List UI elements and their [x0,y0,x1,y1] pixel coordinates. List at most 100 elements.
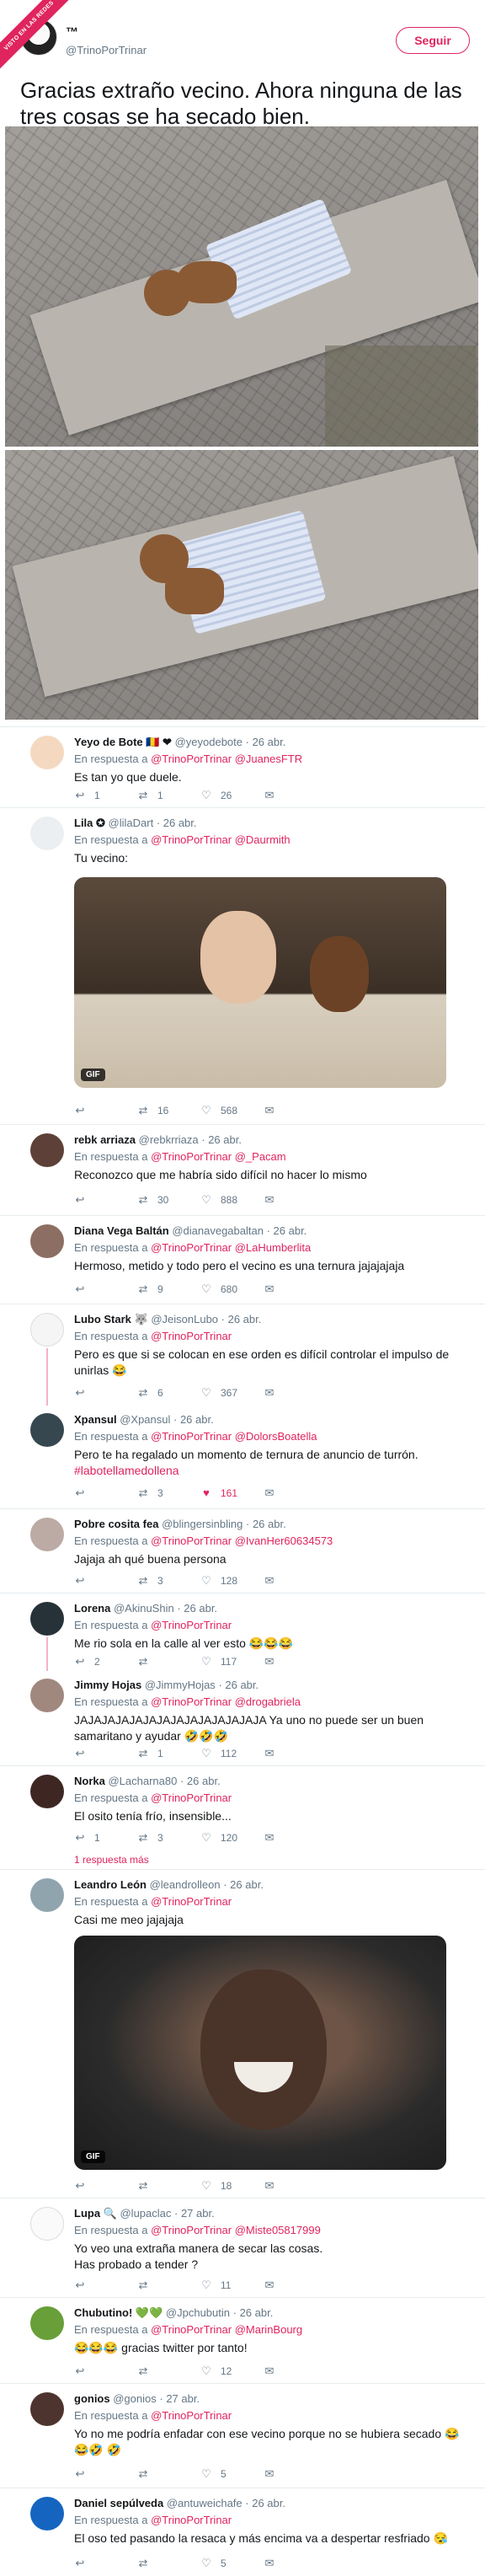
avatar[interactable] [30,1413,64,1447]
retweet-button[interactable]: ⇄ [137,1654,157,1669]
more-replies-link[interactable]: 1 respuesta más [74,1854,149,1866]
reply-author[interactable]: rebk arriaza [74,1133,136,1146]
reply-author[interactable]: Lorena [74,1602,110,1615]
avatar[interactable] [30,1878,64,1912]
reply-button[interactable]: ↩ [74,1103,94,1118]
reply-time[interactable]: · 26 abr. [177,1602,217,1615]
reply-author[interactable]: Lila ✪ [74,817,105,829]
reply-button[interactable]: ↩ [74,2278,94,2293]
list-item[interactable]: Daniel sepúlveda @antuweichafe · 26 abr.… [0,2488,485,2576]
reply-time[interactable]: · 26 abr. [233,2306,274,2319]
retweet-button[interactable]: ⇄ 16 [137,1103,169,1118]
gif-media[interactable]: GIF [74,877,446,1088]
list-item[interactable]: Leandro León @leandrolleon · 26 abr. En … [0,1869,485,2198]
list-item[interactable]: Norka @Lacharna80 · 26 abr. En respuesta… [0,1765,485,1868]
retweet-button[interactable]: ⇄ 1 [137,1746,163,1761]
reply-time[interactable]: · 26 abr. [223,1878,264,1891]
message-button[interactable]: ✉ [264,1103,284,1118]
author-handle[interactable]: @TrinoPorTrinar [66,44,147,56]
avatar[interactable] [30,1224,64,1258]
reply-button[interactable]: ↩ [74,1486,94,1501]
message-button[interactable]: ✉ [264,1385,284,1400]
reply-button[interactable]: ↩ [74,2178,94,2193]
reply-time[interactable]: · 26 abr. [218,1679,258,1691]
list-item[interactable]: Jimmy Hojas @JimmyHojas · 26 abr. En res… [0,1670,485,1765]
avatar[interactable] [30,2306,64,2340]
message-button[interactable]: ✉ [264,1654,284,1669]
avatar[interactable] [30,736,64,769]
retweet-button[interactable]: ⇄ 3 [137,1830,163,1845]
reply-author[interactable]: Chubutino! 💚💚 [74,2306,163,2319]
list-item[interactable]: Xpansul @Xpansul · 26 abr. En respuesta … [0,1405,485,1508]
like-button[interactable]: ♥ 161 [200,1486,237,1501]
message-button[interactable]: ✉ [264,1486,284,1501]
reply-author[interactable]: Xpansul [74,1413,117,1426]
retweet-button[interactable]: ⇄ 9 [137,1282,163,1297]
retweet-button[interactable]: ⇄ [137,2178,157,2193]
author-name[interactable]: ™ [66,25,78,40]
hashtag-link[interactable]: #labotellamedollena [74,1464,179,1477]
message-button[interactable]: ✉ [264,1573,284,1588]
reply-author[interactable]: Yeyo de Bote 🇷🇴 ❤ [74,736,172,748]
retweet-button[interactable]: ⇄ [137,2364,157,2379]
like-button[interactable]: ♡ 117 [200,1654,237,1669]
reply-time[interactable]: · 26 abr. [180,1775,221,1787]
like-button[interactable]: ♡ 888 [200,1192,237,1208]
tweet-photo[interactable] [5,450,478,720]
reply-button[interactable]: ↩ [74,1385,94,1400]
reply-button[interactable]: ↩ 2 [74,1654,100,1669]
reply-author[interactable]: Diana Vega Baltán [74,1224,169,1237]
list-item[interactable]: Lubo Stark 🐺 @JeisonLubo · 26 abr. En re… [0,1304,485,1406]
avatar[interactable] [30,1602,64,1636]
retweet-button[interactable]: ⇄ [137,2466,157,2482]
reply-button[interactable]: ↩ [74,1746,94,1761]
retweet-button[interactable]: ⇄ [137,2278,157,2293]
reply-time[interactable]: · 26 abr. [246,736,286,748]
reply-author[interactable]: Leandro León [74,1878,147,1891]
reply-button[interactable]: ↩ 1 [74,1830,100,1845]
like-button[interactable]: ♡ 568 [200,1103,237,1118]
message-button[interactable]: ✉ [264,1192,284,1208]
reply-time[interactable]: · 26 abr. [267,1224,307,1237]
reply-time[interactable]: · 26 abr. [173,1413,214,1426]
reply-button[interactable]: ↩ [74,2556,94,2571]
message-button[interactable]: ✉ [264,2556,284,2571]
reply-author[interactable]: Pobre cosita fea [74,1518,158,1530]
like-button[interactable]: ♡ 18 [200,2178,232,2193]
reply-author[interactable]: Lupa 🔍 [74,2207,117,2220]
reply-button[interactable]: ↩ [74,1192,94,1208]
reply-time[interactable]: · 26 abr. [201,1133,242,1146]
reply-time[interactable]: · 26 abr. [221,1313,262,1325]
message-button[interactable]: ✉ [264,2466,284,2482]
follow-button[interactable]: Seguir [396,27,470,54]
retweet-button[interactable]: ⇄ 30 [137,1192,169,1208]
list-item[interactable]: Yeyo de Bote 🇷🇴 ❤ @yeyodebote · 26 abr. … [0,726,485,806]
reply-time[interactable]: · 26 abr. [157,817,197,829]
avatar[interactable] [30,1313,64,1347]
message-button[interactable]: ✉ [264,1746,284,1761]
list-item[interactable]: Lila ✪ @lilaDart · 26 abr. En respuesta … [0,807,485,1123]
list-item[interactable]: Lorena @AkinuShin · 26 abr. En respuesta… [0,1593,485,1671]
reply-author[interactable]: Norka [74,1775,105,1787]
retweet-button[interactable]: ⇄ 3 [137,1573,163,1588]
avatar[interactable] [30,2392,64,2426]
retweet-button[interactable]: ⇄ [137,2556,157,2571]
reply-author[interactable]: Lubo Stark 🐺 [74,1313,148,1325]
like-button[interactable]: ♡ 5 [200,2466,227,2482]
reply-time[interactable]: · 26 abr. [245,2497,285,2509]
like-button[interactable]: ♡ 11 [200,2278,231,2293]
message-button[interactable]: ✉ [264,1282,284,1297]
retweet-button[interactable]: ⇄ 3 [137,1486,163,1501]
list-item[interactable]: rebk arriaza @rebkrriaza · 26 abr. En re… [0,1124,485,1215]
avatar[interactable] [30,817,64,850]
like-button[interactable]: ♡ 12 [200,2364,232,2379]
reply-time[interactable]: · 26 abr. [246,1518,286,1530]
like-button[interactable]: ♡ 120 [200,1830,237,1845]
reply-author[interactable]: Jimmy Hojas [74,1679,141,1691]
gif-media[interactable]: GIF [74,1936,446,2170]
reply-author[interactable]: gonios [74,2392,110,2405]
reply-button[interactable]: ↩ [74,1573,94,1588]
list-item[interactable]: Lupa 🔍 @lupaclac · 27 abr. En respuesta … [0,2198,485,2297]
reply-button[interactable]: ↩ [74,1282,94,1297]
reply-button[interactable]: ↩ [74,2466,94,2482]
